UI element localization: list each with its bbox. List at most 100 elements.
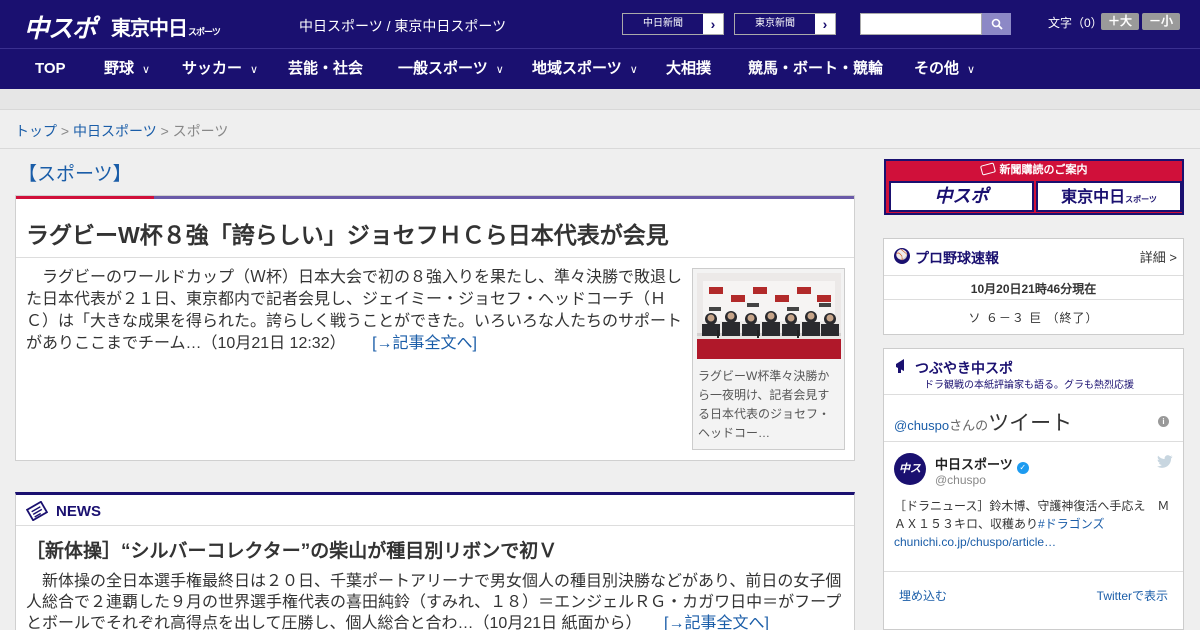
subscribe-tokyo-chunichi-small: スポーツ (1125, 195, 1157, 204)
tweet-account-name-text: 中日スポーツ (935, 457, 1013, 472)
tokyo-chunichi-logo[interactable]: 東京中日スポーツ (111, 12, 221, 41)
nav-item-label: 大相撲 (666, 60, 712, 77)
baseball-widget-title: プロ野球速報 (915, 250, 999, 266)
chevron-down-icon: ∨ (250, 64, 259, 76)
twitter-handle-link[interactable]: @chuspo (894, 418, 949, 433)
breadcrumb: トップ > 中日スポーツ > スポーツ (15, 121, 228, 141)
tokyo-chunichi-logo-small: スポーツ (188, 28, 221, 38)
embed-link[interactable]: 埋め込む (899, 587, 947, 604)
chunichi-shimbun-link[interactable]: 中日新聞 › (622, 13, 724, 35)
breadcrumb-divider (0, 148, 1200, 149)
headline-divider (16, 257, 854, 258)
news-heading: NEWS (56, 503, 101, 520)
baseball-detail-link[interactable]: 詳細 > (1140, 247, 1177, 266)
widget-divider (884, 571, 1183, 572)
nav-item-label: 地域スポーツ (532, 60, 622, 77)
nav-item-general-sports[interactable]: 一般スポーツ ∨ (398, 49, 504, 90)
chunichi-shimbun-label: 中日新聞 (623, 14, 703, 34)
font-smaller-button[interactable]: －小 (1142, 13, 1180, 30)
baseball-timestamp: 10月20日21時46分現在 (970, 282, 1097, 296)
article-headline[interactable]: ラグビーW杯８強「誇らしい」ジョセフＨＣら日本代表が会見 (26, 216, 669, 250)
nav-item-baseball[interactable]: 野球 ∨ (104, 49, 150, 90)
breadcrumb-current: スポーツ (172, 123, 229, 139)
tweet-account-name[interactable]: 中日スポーツ ✓ (935, 454, 1029, 474)
main-nav: TOP 野球 ∨ サッカー ∨ 芸能・社会 一般スポーツ ∨ 地域スポーツ ∨ 大相撲 … (0, 48, 1200, 89)
chevron-down-icon: ∨ (142, 64, 151, 76)
widget-divider (884, 275, 1183, 276)
accent-bar-purple (154, 196, 854, 199)
widget-divider (884, 394, 1183, 395)
nav-item-soccer[interactable]: サッカー ∨ (182, 49, 258, 90)
site-title[interactable]: 中日スポーツ / 東京中日スポーツ (299, 16, 506, 36)
news-headline[interactable]: ［新体操］“シルバーコレクター”の柴山が種目別リボンで初Ｖ (26, 536, 557, 563)
news-card: NEWS ［新体操］“シルバーコレクター”の柴山が種目別リボンで初Ｖ 新体操の全… (15, 492, 855, 630)
tweets-widget: つぶやき中スポ ドラ観戦の本紙評論家も語る。グラも熱烈応援 @chuspoさんの… (883, 348, 1184, 630)
nav-item-entertainment[interactable]: 芸能・社会 (288, 49, 363, 90)
press-conference-image (697, 273, 841, 359)
font-size-label: 文字（0） (1048, 16, 1103, 30)
read-more-link[interactable]: [→記事全文へ] (372, 335, 477, 352)
breadcrumb-home[interactable]: トップ (15, 123, 57, 139)
news-divider (16, 525, 854, 526)
tweets-header: @chuspoさんのツイート (894, 407, 1072, 437)
article-lede: ラグビーのワールドカップ（Ｗ杯）日本大会で初の８強入りを果たし、準々決勝で敗退し… (26, 267, 684, 355)
search-button[interactable] (982, 13, 1011, 35)
search-icon (991, 18, 1003, 30)
nav-item-label: 競馬・ボート・競輪 (748, 60, 884, 77)
nav-item-label: その他 (914, 60, 960, 77)
widget-divider (884, 441, 1183, 442)
photo-caption: ラグビーW杯準々決勝から一夜明け、記者会見する日本代表のジョセフ・ヘッドコー… (698, 369, 831, 440)
nav-item-label: 芸能・社会 (288, 60, 364, 77)
article-photo-box[interactable]: ラグビーW杯準々決勝から一夜明け、記者会見する日本代表のジョセフ・ヘッドコー… (692, 268, 845, 450)
subscribe-chuspo-logo[interactable]: 中スポ (889, 181, 1034, 212)
nav-item-other[interactable]: その他 ∨ (914, 49, 975, 90)
section-title: 【スポーツ】 (18, 164, 132, 185)
press-conference-photo[interactable] (697, 273, 841, 359)
article-lede-text: ラグビーのワールドカップ（Ｗ杯）日本大会で初の８強入りを果たし、準々決勝で敗退し… (26, 269, 683, 352)
subscribe-tokyo-chunichi-text: 東京中日 (1061, 187, 1126, 206)
nav-item-racing[interactable]: 競馬・ボート・競輪 (748, 49, 883, 90)
subscription-title: 新聞購読のご案内 (886, 161, 1182, 179)
nav-item-top[interactable]: TOP (35, 49, 66, 90)
info-icon[interactable]: i (1158, 416, 1169, 427)
subscribe-tokyo-chunichi-logo[interactable]: 東京中日スポーツ (1036, 181, 1182, 212)
newspaper-icon (26, 501, 48, 521)
tweets-widget-title: つぶやき中スポ (915, 360, 1013, 376)
tokyo-shimbun-label: 東京新聞 (735, 14, 815, 34)
top-header: 中スポ 東京中日スポーツ 中日スポーツ / 東京中日スポーツ 中日新聞 › 東京… (0, 0, 1200, 48)
tweet-hashtag-link[interactable]: #ドラゴンズ (1038, 517, 1104, 531)
breadcrumb-parent[interactable]: 中日スポーツ (73, 123, 157, 139)
nav-item-label: サッカー (182, 60, 243, 77)
chevron-right-icon: › (815, 14, 835, 34)
nav-item-label: 野球 (104, 60, 135, 77)
search-input[interactable] (860, 13, 982, 35)
breadcrumb-separator: > (160, 123, 169, 139)
breadcrumb-separator: > (60, 123, 70, 139)
news-body: 新体操の全日本選手権最終日は２０日、千葉ポートアリーナで男女個人の種目別決勝など… (26, 571, 846, 630)
tweet-url-link[interactable]: chunichi.co.jp/chuspo/article… (894, 535, 1056, 549)
chuspo-logo[interactable]: 中スポ (24, 9, 97, 45)
megaphone-icon (896, 359, 904, 373)
font-larger-button[interactable]: ＋大 (1101, 13, 1139, 30)
tweet-account-handle[interactable]: @chuspo (935, 473, 986, 487)
view-on-twitter-link[interactable]: Twitterで表示 (1097, 587, 1168, 604)
subscription-banner[interactable]: 新聞購読のご案内 中スポ 東京中日スポーツ (884, 159, 1184, 215)
chevron-down-icon: ∨ (629, 64, 638, 76)
twitter-bird-icon[interactable] (1157, 455, 1173, 468)
subscription-title-text: 新聞購読のご案内 (999, 164, 1088, 176)
baseball-score[interactable]: ソ ６－３ 巨 （終了） (884, 309, 1183, 326)
tokyo-shimbun-link[interactable]: 東京新聞 › (734, 13, 836, 35)
chevron-down-icon: ∨ (495, 64, 504, 76)
tweets-label: ツイート (988, 412, 1073, 435)
newspaper-icon (979, 162, 996, 176)
tweet-text: ［ドラニュース］鈴木博、守護神復活へ手応え ＭＡＸ１５３キロ、収穫あり#ドラゴン… (894, 497, 1176, 551)
news-read-more-link[interactable]: [→記事全文へ] (664, 615, 769, 630)
avatar[interactable]: 中ス (894, 453, 926, 485)
nav-item-local-sports[interactable]: 地域スポーツ ∨ (532, 49, 638, 90)
widget-divider (884, 299, 1183, 300)
tweet-body: ［ドラニュース］鈴木博、守護神復活へ手応え ＭＡＸ１５３キロ、収穫あり (894, 499, 1170, 531)
verified-badge-icon: ✓ (1016, 462, 1029, 474)
nav-item-sumo[interactable]: 大相撲 (666, 49, 711, 90)
main-article-card: ラグビーW杯８強「誇らしい」ジョセフＨＣら日本代表が会見 ラグビーのワールドカッ… (15, 195, 855, 461)
chevron-right-icon: › (703, 14, 723, 34)
